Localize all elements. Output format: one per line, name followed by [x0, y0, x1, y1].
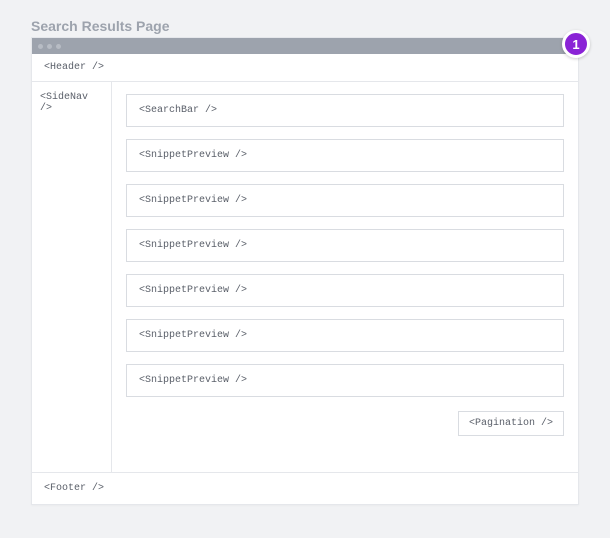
window-dot-icon — [38, 44, 43, 49]
step-badge: 1 — [562, 30, 590, 58]
main-region: <SearchBar /> <SnippetPreview /> <Snippe… — [112, 82, 578, 472]
window-dot-icon — [47, 44, 52, 49]
wireframe-window: <Header /> <SideNav /> <SearchBar /> <Sn… — [31, 37, 579, 505]
snippet-preview-slot: <SnippetPreview /> — [126, 229, 564, 262]
snippet-preview-slot: <SnippetPreview /> — [126, 184, 564, 217]
window-dot-icon — [56, 44, 61, 49]
pagination-row: <Pagination /> — [126, 411, 564, 436]
snippet-preview-slot: <SnippetPreview /> — [126, 319, 564, 352]
header-slot: <Header /> — [32, 54, 578, 82]
snippet-preview-slot: <SnippetPreview /> — [126, 364, 564, 397]
body-region: <SideNav /> <SearchBar /> <SnippetPrevie… — [32, 82, 578, 472]
pagination-slot: <Pagination /> — [458, 411, 564, 436]
page-title: Search Results Page — [31, 18, 170, 34]
footer-slot: <Footer /> — [32, 472, 578, 504]
snippet-preview-slot: <SnippetPreview /> — [126, 274, 564, 307]
snippet-preview-slot: <SnippetPreview /> — [126, 139, 564, 172]
sidenav-slot: <SideNav /> — [32, 82, 112, 472]
window-titlebar — [32, 38, 578, 54]
searchbar-slot: <SearchBar /> — [126, 94, 564, 127]
